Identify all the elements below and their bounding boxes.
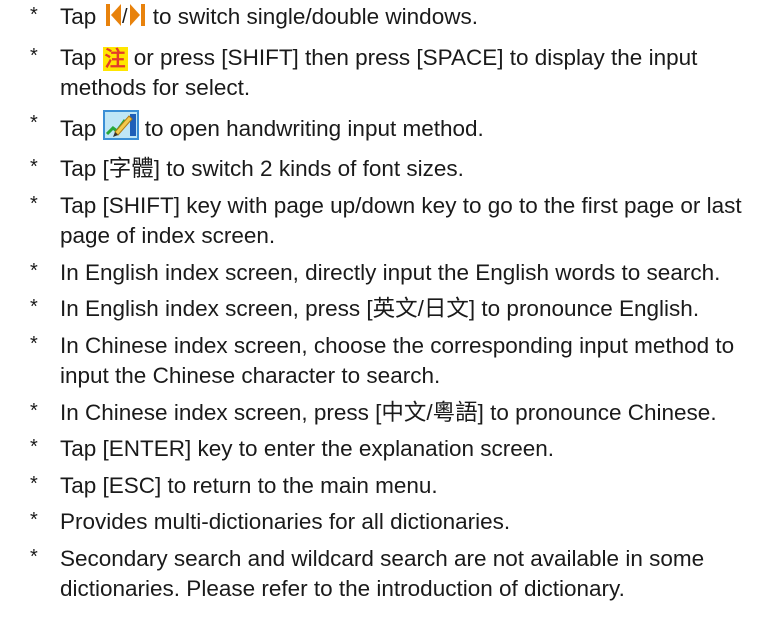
list-item: * Tap [SHIFT] key with page up/down key … xyxy=(30,191,755,252)
item-text: Tap [ESC] to return to the main menu. xyxy=(60,472,438,498)
svg-text:/: / xyxy=(122,6,128,28)
bullet: * xyxy=(30,399,38,422)
item-text: Secondary search and wildcard search are… xyxy=(60,545,705,602)
input-method-icon: 注 xyxy=(102,46,128,71)
item-text: In English index screen, directly input … xyxy=(60,259,721,285)
list-item: * Tap to open handwriting input method. xyxy=(30,109,755,149)
bullet: * xyxy=(30,472,38,495)
bullet: * xyxy=(30,111,38,134)
item-text: Provides multi-dictionaries for all dict… xyxy=(60,509,511,534)
item-text: or press [SHIFT] then press [SPACE] to d… xyxy=(60,44,698,101)
item-text: Tap [SHIFT] key with page up/down key to… xyxy=(60,192,742,249)
list-item: * Secondary search and wildcard search a… xyxy=(30,544,755,605)
item-text: In English index screen, press [英文/日文] t… xyxy=(60,296,700,321)
bullet: * xyxy=(30,332,38,355)
item-text: In Chinese index screen, choose the corr… xyxy=(60,332,735,389)
list-item: * Tap / to switch single/double windows. xyxy=(30,2,755,37)
bullet: * xyxy=(30,259,38,282)
bullet: * xyxy=(30,436,38,458)
bullet: * xyxy=(30,44,38,67)
list-item: * Provides multi-dictionaries for all di… xyxy=(30,507,755,538)
item-text: Tap [字體] to switch 2 kinds of font sizes… xyxy=(60,156,464,181)
item-text: Tap xyxy=(60,115,103,141)
arrow-switch-icon: / xyxy=(103,2,147,37)
bullet: * xyxy=(30,545,38,568)
bullet: * xyxy=(30,156,38,178)
list-item: * In Chinese index screen, press [中文/粵語]… xyxy=(30,398,755,429)
list-item: * In English index screen, press [英文/日文]… xyxy=(30,294,755,325)
item-text: Tap xyxy=(60,4,103,29)
list-item: * Tap 注 or press [SHIFT] then press [SPA… xyxy=(30,43,755,104)
list-item: * In Chinese index screen, choose the co… xyxy=(30,331,755,392)
handwriting-icon xyxy=(102,109,139,149)
item-text: Tap xyxy=(60,44,103,70)
list-item: * Tap [ENTER] key to enter the explanati… xyxy=(30,434,755,465)
bullet: * xyxy=(30,192,38,215)
item-text: Tap [ENTER] key to enter the explanation… xyxy=(60,436,555,461)
list-item: * Tap [字體] to switch 2 kinds of font siz… xyxy=(30,154,755,185)
list-item: * Tap [ESC] to return to the main menu. xyxy=(30,471,755,502)
item-text: In Chinese index screen, press [中文/粵語] t… xyxy=(60,399,717,425)
item-text: to open handwriting input method. xyxy=(138,115,484,141)
list-item: * In English index screen, directly inpu… xyxy=(30,258,755,289)
bullet: * xyxy=(30,4,38,26)
item-text: to switch single/double windows. xyxy=(146,4,478,29)
bullet: * xyxy=(30,509,38,531)
instruction-list: * Tap / to switch single/double windows.… xyxy=(30,2,755,611)
bullet: * xyxy=(30,296,38,318)
